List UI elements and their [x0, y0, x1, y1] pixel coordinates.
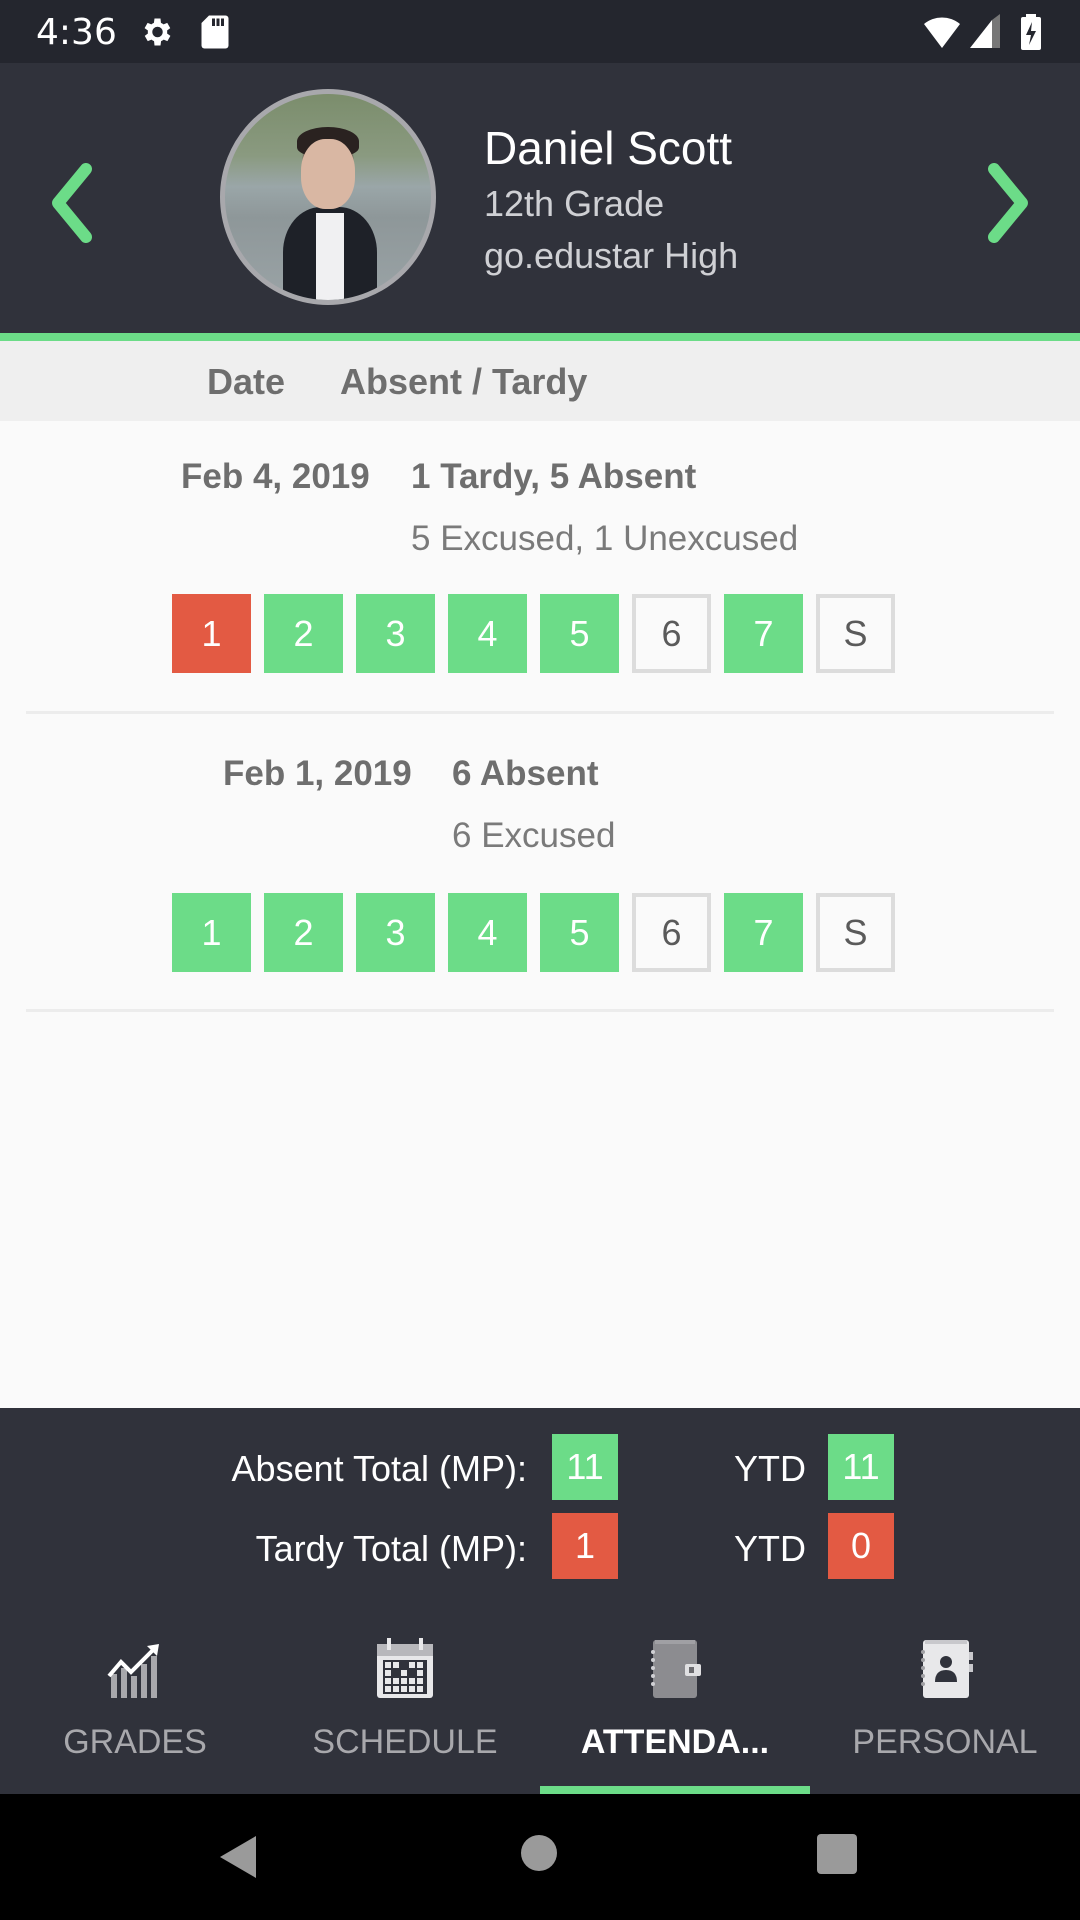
tardy-ytd-label: YTD	[734, 1528, 806, 1569]
period-7: 7	[724, 594, 803, 673]
column-absent-tardy: Absent / Tardy	[340, 361, 588, 402]
period-6: 6	[632, 893, 711, 972]
chevron-right-icon	[988, 163, 1028, 243]
tab-schedule[interactable]: SCHEDULE	[270, 1608, 540, 1794]
gear-icon	[144, 18, 171, 46]
previous-student-button[interactable]	[42, 163, 102, 243]
wifi-icon	[924, 17, 960, 48]
tardy-total-mp: 1	[552, 1513, 618, 1579]
bottom-tab-bar: GRADES SCHEDULE ATTENDA... PERSONAL	[0, 1608, 1080, 1794]
period-2: 2	[264, 893, 343, 972]
tardy-total-label: Tardy Total (MP):	[255, 1528, 527, 1569]
record-detail: 6 Excused	[452, 816, 616, 855]
period-6: 6	[632, 594, 711, 673]
record-detail: 5 Excused, 1 Unexcused	[411, 519, 799, 558]
active-tab-indicator	[540, 1786, 810, 1794]
absent-total-label: Absent Total (MP):	[231, 1448, 527, 1489]
calendar-icon	[377, 1638, 433, 1698]
next-student-button[interactable]	[978, 163, 1038, 243]
planner-icon	[651, 1640, 701, 1698]
cell-signal-icon	[970, 14, 1000, 48]
student-school: go.edustar High	[484, 235, 739, 276]
tab-label: GRADES	[63, 1723, 207, 1761]
status-bar: 4:36	[0, 0, 1080, 63]
student-header: Daniel Scott 12th Grade go.edustar High	[0, 63, 1080, 333]
period-s: S	[816, 594, 895, 673]
header-accent-bar	[0, 333, 1080, 341]
recents-icon[interactable]	[817, 1834, 857, 1874]
record-date: Feb 1, 2019	[223, 754, 412, 793]
contact-book-icon	[921, 1640, 973, 1698]
attendance-totals: Absent Total (MP): 11 YTD 11 Tardy Total…	[0, 1408, 1080, 1608]
record-date: Feb 4, 2019	[181, 457, 370, 496]
record-divider	[26, 711, 1054, 714]
period-4: 4	[448, 893, 527, 972]
period-2: 2	[264, 594, 343, 673]
system-navigation-bar	[0, 1794, 1080, 1920]
home-icon[interactable]	[520, 1834, 558, 1872]
period-5: 5	[540, 893, 619, 972]
sd-card-icon	[201, 15, 229, 49]
period-3: 3	[356, 893, 435, 972]
chart-icon	[107, 1644, 159, 1698]
back-icon[interactable]	[218, 1834, 258, 1880]
absent-total-ytd: 11	[828, 1434, 894, 1500]
period-4: 4	[448, 594, 527, 673]
student-name: Daniel Scott	[484, 122, 733, 174]
record-summary: 1 Tardy, 5 Absent	[411, 457, 697, 496]
period-1: 1	[172, 594, 251, 673]
period-list: 1 2 3 4 5 6 7 S	[172, 594, 895, 673]
period-7: 7	[724, 893, 803, 972]
period-1: 1	[172, 893, 251, 972]
period-list: 1 2 3 4 5 6 7 S	[172, 893, 895, 972]
tab-label: PERSONAL	[852, 1723, 1038, 1761]
period-3: 3	[356, 594, 435, 673]
student-grade: 12th Grade	[484, 183, 665, 224]
absent-ytd-label: YTD	[734, 1448, 806, 1489]
tab-grades[interactable]: GRADES	[0, 1608, 270, 1794]
period-s: S	[816, 893, 895, 972]
student-avatar	[220, 89, 436, 305]
column-header: Date Absent / Tardy	[0, 341, 1080, 421]
tab-label: ATTENDA...	[580, 1723, 770, 1761]
status-time: 4:36	[36, 12, 117, 53]
tab-attendance[interactable]: ATTENDA...	[540, 1608, 810, 1794]
period-5: 5	[540, 594, 619, 673]
record-divider	[26, 1009, 1054, 1012]
tab-label: SCHEDULE	[312, 1723, 498, 1761]
chevron-left-icon	[52, 163, 92, 243]
battery-charging-icon	[1021, 14, 1041, 50]
absent-total-mp: 11	[552, 1434, 618, 1500]
record-summary: 6 Absent	[452, 754, 599, 793]
tab-personal[interactable]: PERSONAL	[810, 1608, 1080, 1794]
tardy-total-ytd: 0	[828, 1513, 894, 1579]
column-date: Date	[207, 361, 286, 402]
